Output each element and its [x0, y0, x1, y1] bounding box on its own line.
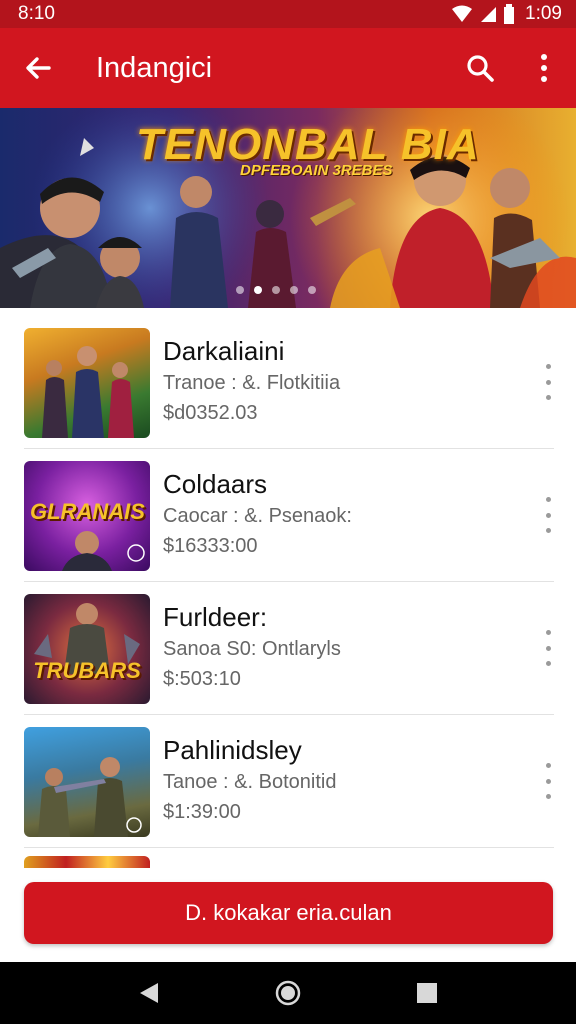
more-options-button[interactable]: [512, 28, 576, 108]
carousel-dot[interactable]: [290, 286, 298, 294]
game-subtitle: Sanoa S0: Ontlaryls: [163, 638, 341, 660]
status-right: 1:09: [451, 3, 562, 25]
list-item[interactable]: Darkaliaini Tranoe : &. Flotkitiia $d035…: [24, 316, 554, 449]
status-icons: [451, 4, 515, 24]
back-button[interactable]: [0, 28, 76, 108]
item-more-button[interactable]: [538, 364, 558, 400]
thumbnail-logo-text: TRUBARS: [33, 658, 141, 683]
signal-icon: [481, 7, 497, 22]
status-clock: 1:09: [525, 3, 562, 24]
thumbnail-art: [42, 346, 134, 438]
game-subtitle: Caocar : &. Psenaok:: [163, 505, 352, 527]
game-price: $d0352.03: [163, 402, 258, 424]
status-time: 8:10: [18, 3, 55, 24]
game-thumbnail: TRUBARS: [24, 594, 150, 704]
game-list: Darkaliaini Tranoe : &. Flotkitiia $d035…: [0, 316, 576, 848]
item-more-button[interactable]: [538, 630, 558, 666]
app-bar: Indangici: [0, 28, 576, 108]
square-recents-icon: [416, 983, 437, 1003]
list-item[interactable]: Pahlinidsley Tanoe : &. Botonitid $1:39:…: [24, 715, 554, 848]
game-thumbnail: [24, 328, 150, 438]
item-more-button[interactable]: [538, 763, 558, 799]
triangle-back-icon: [140, 983, 159, 1003]
game-thumbnail: GLRANAIS: [24, 461, 150, 571]
game-title: Pahlinidsley: [163, 735, 302, 765]
carousel-indicator: [236, 286, 316, 294]
banner-subtitle: DPFEBOAIN 3REBES: [240, 162, 393, 179]
game-title: Coldaars: [163, 469, 268, 499]
game-price: $1:39:00: [163, 801, 241, 823]
carousel-dot[interactable]: [272, 286, 280, 294]
back-arrow-icon: [26, 57, 51, 79]
page-title: Indangici: [96, 51, 213, 84]
more-vert-icon: [541, 54, 547, 82]
battery-icon: [504, 4, 515, 24]
list-item[interactable]: TRUBARS Furldeer: Sanoa S0: Ontlaryls $:…: [24, 582, 554, 715]
search-icon: [467, 55, 494, 82]
thumbnail-art: [34, 603, 140, 674]
system-nav-bar: [0, 962, 576, 1024]
thumbnail-art: [38, 757, 142, 837]
carousel-dot[interactable]: [308, 286, 316, 294]
status-bar: 8:10 1:09: [0, 0, 576, 28]
wifi-icon: [452, 5, 473, 22]
game-subtitle: Tanoe : &. Botonitid: [163, 771, 337, 793]
circle-home-icon: [275, 980, 301, 1006]
nav-home-button[interactable]: [268, 973, 308, 1013]
game-thumbnail: [24, 727, 150, 837]
game-subtitle: Tranoe : &. Flotkitiia: [163, 372, 341, 394]
list-item[interactable]: GLRANAIS Coldaars Caocar : &. Psenaok: $…: [24, 449, 554, 582]
nav-back-button[interactable]: [129, 973, 169, 1013]
item-more-button[interactable]: [538, 497, 558, 533]
game-title: Darkaliaini: [163, 336, 285, 366]
search-button[interactable]: [448, 28, 512, 108]
game-price: $:503:10: [163, 668, 241, 690]
bottom-action-area: D. kokakar eria.culan: [0, 868, 576, 962]
carousel-dot[interactable]: [236, 286, 244, 294]
game-price: $16333:00: [163, 535, 258, 557]
primary-action-button[interactable]: D. kokakar eria.culan: [24, 882, 553, 944]
nav-recents-button[interactable]: [407, 973, 447, 1013]
promo-banner[interactable]: TENONBAL BIA DPFEBOAIN 3REBES: [0, 108, 576, 308]
thumbnail-logo-text: GLRANAIS: [30, 499, 145, 524]
game-title: Furldeer:: [163, 602, 268, 632]
carousel-dot-active[interactable]: [254, 286, 262, 294]
